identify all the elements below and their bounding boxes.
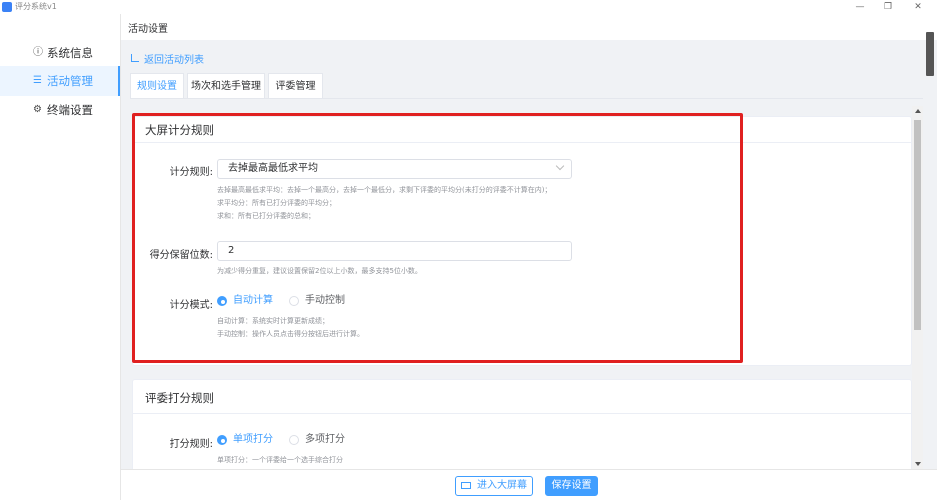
chevron-down-icon [555, 161, 565, 171]
minimize-button[interactable]: — [848, 0, 872, 14]
tab-judge-management[interactable]: 评委管理 [268, 73, 323, 99]
sidebar-item-label: 活动管理 [47, 74, 93, 88]
close-button[interactable]: ✕ [906, 0, 930, 14]
window-titlebar: 评分系统v1 — ❐ ✕ [0, 0, 937, 14]
scoring-rule-hint-3: 求和：所有已打分评委的总和； [217, 212, 315, 220]
radio-label: 单项打分 [233, 434, 273, 445]
radio-label: 手动控制 [305, 295, 345, 306]
card-divider [133, 413, 911, 414]
monitor-icon [461, 482, 471, 489]
scrollbar-thumb[interactable] [914, 120, 921, 330]
restore-button[interactable]: ❐ [876, 0, 900, 14]
decimal-places-hint: 为减少得分重复，建议设置保留2位以上小数，最多支持5位小数。 [217, 267, 422, 275]
sidebar-item-activity-management[interactable]: ☰ 活动管理 [0, 66, 120, 96]
single-item-scoring-radio[interactable]: 单项打分 [217, 434, 277, 446]
scoring-rule-hint-1: 去掉最高最低求平均：去掉一个最高分，去掉一个最低分，求剩下评委的平均分(未打分的… [217, 186, 552, 194]
scoring-rule-select[interactable]: 去掉最高最低求平均 [217, 159, 572, 179]
settings-scroll-area[interactable]: 大屏计分规则 计分规则: 去掉最高最低求平均 去掉最高最低求平均：去掉一个最高分… [121, 99, 925, 469]
judge-scoring-rule-label: 打分规则: [169, 439, 213, 450]
judge-scoring-card: 评委打分规则 打分规则: 单项打分 多项打分 单项打分：一个评委给一个选手综合打… [132, 379, 912, 469]
tab-sessions-and-contestants[interactable]: 场次和选手管理 [187, 73, 265, 99]
sidebar: ⓘ 系统信息 ☰ 活动管理 ⚙ 终端设置 [0, 14, 121, 500]
scoring-mode-auto-radio[interactable]: 自动计算 [217, 295, 277, 307]
page-header: 活动设置 [121, 14, 937, 40]
radio-checked-icon [217, 435, 227, 445]
big-screen-scoring-card: 大屏计分规则 计分规则: 去掉最高最低求平均 去掉最高最低求平均：去掉一个最高分… [132, 116, 912, 366]
scoring-mode-manual-radio[interactable]: 手动控制 [289, 295, 359, 307]
back-icon [131, 54, 139, 62]
radio-unchecked-icon [289, 435, 299, 445]
sidebar-item-system-info[interactable]: ⓘ 系统信息 [0, 38, 120, 68]
radio-checked-icon [217, 296, 227, 306]
scoring-mode-hint-1: 自动计算：系统实时计算更新成绩； [217, 317, 329, 325]
enter-big-screen-button[interactable]: 进入大屏幕 [455, 476, 533, 496]
card-title: 评委打分规则 [145, 391, 214, 405]
page-title: 活动设置 [128, 24, 168, 35]
scoring-rule-label: 计分规则: [169, 167, 213, 178]
app-logo-icon [2, 2, 12, 12]
sidebar-item-label: 系统信息 [47, 46, 93, 60]
content-scrollbar[interactable] [912, 106, 923, 469]
scoring-rule-hint-2: 求平均分：所有已打分评委的平均分； [217, 199, 336, 207]
radio-label: 多项打分 [305, 434, 345, 445]
sidebar-item-terminal-settings[interactable]: ⚙ 终端设置 [0, 95, 120, 125]
enter-big-screen-label: 进入大屏幕 [477, 480, 527, 491]
list-icon: ☰ [33, 75, 42, 86]
sidebar-item-label: 终端设置 [47, 103, 93, 117]
scoring-mode-label: 计分模式: [169, 300, 213, 311]
multi-item-scoring-radio[interactable]: 多项打分 [289, 434, 359, 446]
back-to-activity-list-link[interactable]: 返回活动列表 [131, 51, 204, 66]
decimal-places-label: 得分保留位数: [149, 250, 213, 261]
tab-rule-settings[interactable]: 规则设置 [130, 73, 184, 99]
radio-unchecked-icon [289, 296, 299, 306]
scoring-rule-value: 去掉最高最低求平均 [228, 163, 318, 174]
scroll-up-arrow-icon[interactable] [915, 109, 921, 113]
window-title: 评分系统v1 [15, 2, 57, 11]
card-divider [133, 142, 911, 143]
scoring-mode-hint-2: 手动控制：操作人员点击得分按钮后进行计算。 [217, 330, 364, 338]
radio-label: 自动计算 [233, 295, 273, 306]
info-circle-icon: ⓘ [33, 47, 43, 58]
card-title: 大屏计分规则 [145, 123, 214, 137]
decimal-places-input[interactable]: 2 [217, 241, 572, 261]
gear-icon: ⚙ [33, 104, 42, 115]
window-scrollbar-thumb[interactable] [926, 32, 934, 76]
scroll-down-arrow-icon[interactable] [915, 462, 921, 466]
judge-scoring-hint: 单项打分：一个评委给一个选手综合打分 [217, 456, 343, 464]
back-link-label: 返回活动列表 [144, 55, 204, 66]
save-settings-button[interactable]: 保存设置 [545, 476, 598, 496]
